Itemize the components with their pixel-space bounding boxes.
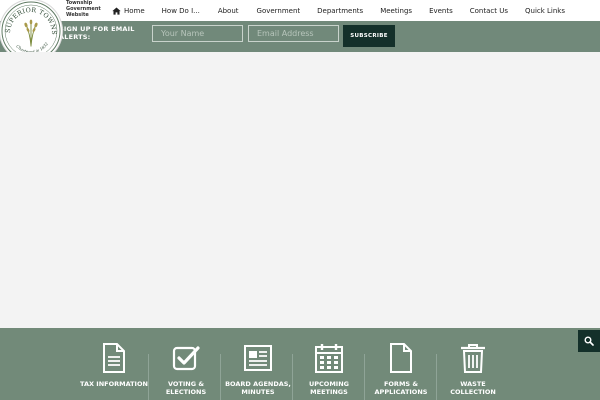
main-content-area [0,52,600,328]
nav-meetings[interactable]: Meetings [380,0,412,21]
quick-links-band: TAX INFORMATION VOTING & ELECTIONS BOARD… [0,328,600,400]
email-input[interactable] [248,25,339,42]
quick-link-label: WASTE COLLECTION [450,380,496,396]
nav-how-do-i[interactable]: How Do I... [162,0,200,21]
subscribe-button[interactable]: SUBSCRIBE [343,25,395,47]
quick-link-label: UPCOMING MEETINGS [309,380,349,396]
nav-contact-us[interactable]: Contact Us [470,0,508,21]
document-icon [103,343,125,373]
top-navigation-bar: Township Government Website Home How Do … [0,0,600,21]
newspaper-icon [244,345,272,371]
nav-quick-links[interactable]: Quick Links [525,0,565,21]
main-nav: Home How Do I... About Government Depart… [112,0,565,21]
quick-link-label: FORMS & APPLICATIONS [374,380,428,396]
home-icon [112,6,121,15]
quick-link-voting-elections[interactable]: VOTING & ELECTIONS [150,328,222,400]
quick-link-label: BOARD AGENDAS, MINUTES [225,380,291,396]
site-tagline: Township Government Website [66,0,101,18]
quick-link-tax-information[interactable]: TAX INFORMATION [78,328,150,400]
email-alert-heading: SIGN UP FOR EMAIL ALERTS: [59,25,135,41]
quick-link-label: VOTING & ELECTIONS [165,380,207,396]
nav-about[interactable]: About [218,0,239,21]
quick-link-board-agendas-minutes[interactable]: BOARD AGENDAS, MINUTES [222,328,294,400]
name-input[interactable] [152,25,243,42]
nav-events[interactable]: Events [429,0,453,21]
divider [148,354,149,400]
divider [220,354,221,400]
nav-departments[interactable]: Departments [317,0,363,21]
quick-link-label: TAX INFORMATION [80,380,148,388]
nav-government[interactable]: Government [257,0,301,21]
quick-link-upcoming-meetings[interactable]: UPCOMING MEETINGS [293,328,365,400]
nav-home-label: Home [124,6,145,15]
nav-home[interactable]: Home [112,0,145,21]
email-alert-signup: SIGN UP FOR EMAIL ALERTS: SUBSCRIBE [0,21,600,52]
checkbox-icon [172,346,200,371]
search-icon [584,336,594,346]
trash-icon [461,344,485,373]
quick-link-forms-applications[interactable]: FORMS & APPLICATIONS [365,328,437,400]
quick-link-waste-collection[interactable]: WASTE COLLECTION [437,328,509,400]
blank-document-icon [390,343,412,373]
search-button[interactable] [578,330,600,352]
calendar-icon [315,344,343,373]
